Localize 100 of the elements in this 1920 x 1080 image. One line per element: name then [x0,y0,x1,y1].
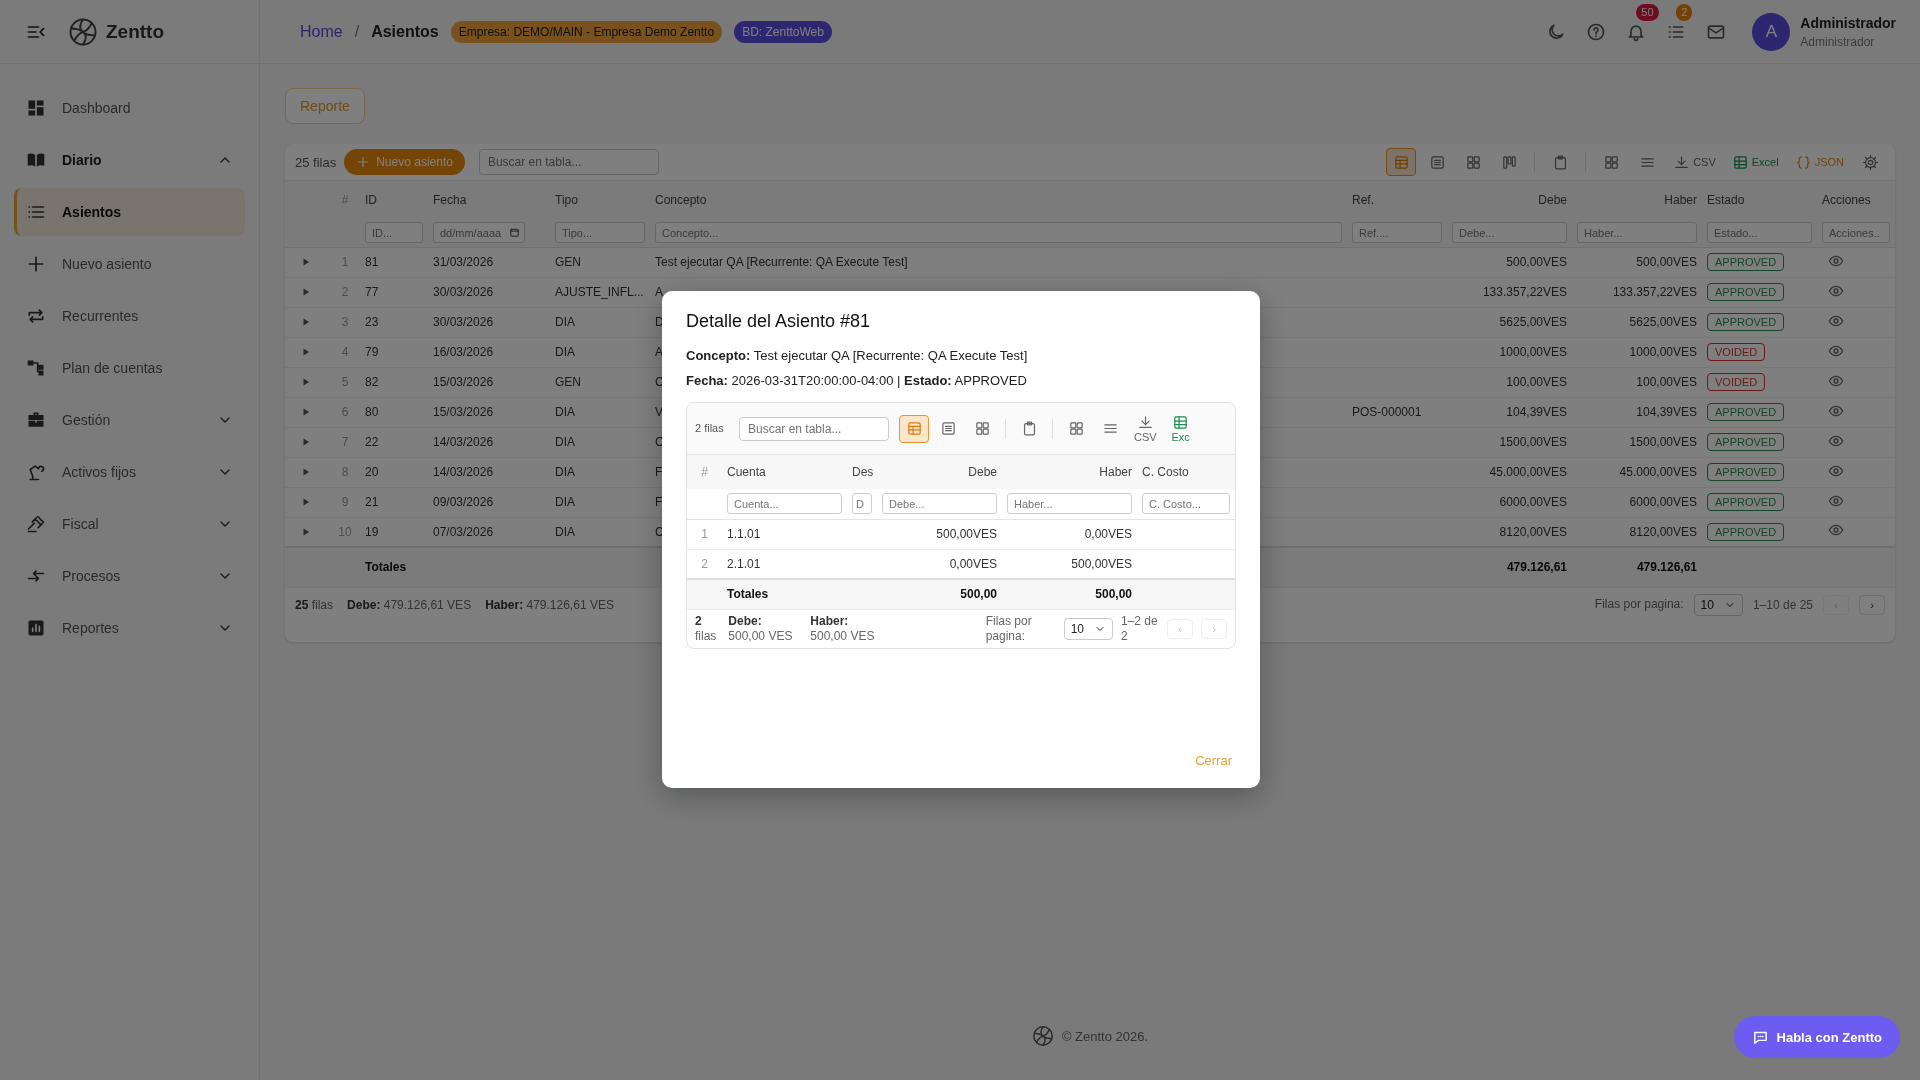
spreadsheet-icon [1731,153,1749,171]
detail-text: Fecha: 2026-03-31T20:00:00-04:00 | Estado: APPROVED [686,373,1028,388]
sidebar-item[interactable]: Plan de cuentas [14,342,245,394]
close-button[interactable]: Cerrar [1191,747,1236,774]
column-header[interactable]: Ref. [1352,193,1374,207]
filter-field[interactable]: Concepto... [655,222,1342,244]
repeat-icon [26,306,46,326]
table-cell: DIA [555,315,575,329]
filter-field[interactable]: Acciones.. [1822,222,1890,244]
total-value: 479.126,61 [1636,560,1697,575]
filter-field[interactable]: Haber... [1007,493,1132,515]
table-cell: 77 [365,285,379,299]
table-cell: 1500,00VES [1629,435,1697,449]
table-cell: GEN [555,375,581,389]
filter-field[interactable]: Estado... [1707,222,1812,244]
report-button[interactable]: Reporte [285,88,365,124]
robot-arm-icon [26,462,46,482]
filter-field[interactable]: Tipo... [555,222,645,244]
table-cell: F [655,495,663,509]
filter-field[interactable]: C. Costo... [1142,493,1230,515]
filter-field[interactable]: Debe... [882,493,997,515]
search-field[interactable]: Buscar en tabla... [739,416,889,441]
table-cell: 8120,00VES [1499,524,1567,539]
help-icon [1586,21,1607,42]
sidebar-item[interactable]: Reportes [14,602,245,654]
column-header[interactable]: Haber [1099,465,1132,479]
sidebar-item[interactable]: Activos fijos [14,446,245,498]
table-cell: 500,00VES [936,527,997,541]
filter-field[interactable]: Debe... [1452,222,1567,244]
column-header[interactable]: Estado [1707,193,1745,207]
row-number: 2 [701,556,708,571]
download-icon [1136,414,1154,431]
table-cell: 09/03/2026 [433,495,494,509]
sidebar-item[interactable]: Nuevo asiento [14,238,245,290]
table-cell: 133.357,22VES [1482,285,1567,299]
grid-icon [1067,420,1085,437]
status-badge: APPROVED [1707,253,1785,271]
rows-per-page-label: Filas por pagina: [985,613,1033,644]
count-badge: 50 [1636,3,1659,21]
filter-field[interactable]: Haber... [1577,222,1697,244]
export-button[interactable]: Exc [1165,410,1196,447]
breadcrumb-link[interactable]: Home [300,22,343,41]
table-cell: 82 [365,375,379,389]
status-badge: VOIDED [1707,373,1766,391]
briefcase-icon [26,410,46,430]
date-field[interactable]: dd/mm/aaaa [433,222,525,244]
column-header[interactable]: C. Costo [1142,465,1189,479]
chat-button[interactable]: Habla con Zentto [1733,1016,1900,1058]
column-header[interactable]: Tipo [555,193,578,207]
table-cell: 100,00VES [1636,375,1697,389]
sidebar-item[interactable]: Diario [14,134,245,186]
column-header[interactable]: Fecha [433,193,467,207]
sidebar-item[interactable]: Recurrentes [14,290,245,342]
hierarchy-icon [26,358,46,378]
status-badge: APPROVED [1707,433,1785,451]
summary-text: Haber: 479.126,61 VES [485,597,614,612]
export-button[interactable]: Excel [1726,148,1784,176]
table-cell: 8120,00VES [1629,524,1697,539]
total-value: 500,00 [960,587,997,602]
grid-view-icon [1464,153,1482,171]
rows-per-page-select[interactable]: 10 [1693,593,1743,616]
sidebar-item[interactable]: Asientos [14,188,245,236]
column-header[interactable]: Cuenta [727,465,766,479]
page-range: 1–10 de 25 [1752,597,1813,612]
rows-per-page-select[interactable]: 10 [1063,617,1113,640]
table-cell: A [655,345,663,359]
export-button[interactable]: JSON [1789,148,1849,176]
export-button[interactable]: CSV [1129,410,1162,447]
column-header[interactable]: # [341,193,349,207]
sidebar-item[interactable]: Dashboard [14,82,245,134]
filter-field[interactable]: Cuenta... [727,493,842,515]
filter-field[interactable]: Ref.... [1352,222,1442,244]
table-cell: 30/03/2026 [433,315,494,329]
toolbar-button[interactable] [899,414,929,443]
column-header[interactable]: ID [365,193,377,207]
column-header[interactable]: Concepto [655,193,707,207]
table-cell: DIA [555,495,575,509]
table-cell: 19 [365,524,379,539]
export-button[interactable]: CSV [1668,148,1721,176]
sidebar-item[interactable]: Gestión [14,394,245,446]
table-view-icon [1392,153,1410,171]
table-cell: 5625,00VES [1629,315,1697,329]
sidebar-item[interactable]: Fiscal [14,498,245,550]
table-cell: 23 [365,315,379,329]
table-cell: 45.000,00VES [1489,465,1567,479]
new-entry-button[interactable]: Nuevo asiento [344,149,465,175]
next-page-button[interactable]: › [1859,594,1885,615]
user-avatar[interactable]: A [1752,12,1791,51]
filter-field[interactable]: D [852,493,872,515]
table-cell: 500,00VES [1636,255,1697,269]
column-header[interactable]: Haber [1664,193,1697,207]
sidebar-item[interactable]: Procesos [14,550,245,602]
download-icon [1673,153,1691,171]
column-header[interactable]: # [701,465,708,479]
column-header[interactable]: Debe [968,465,997,479]
help-button[interactable] [1586,21,1607,42]
table-cell: 6000,00VES [1499,495,1567,509]
column-header[interactable]: Debe [1538,193,1567,207]
search-field[interactable]: Buscar en tabla... [478,149,659,175]
filter-field[interactable]: ID... [365,222,423,244]
